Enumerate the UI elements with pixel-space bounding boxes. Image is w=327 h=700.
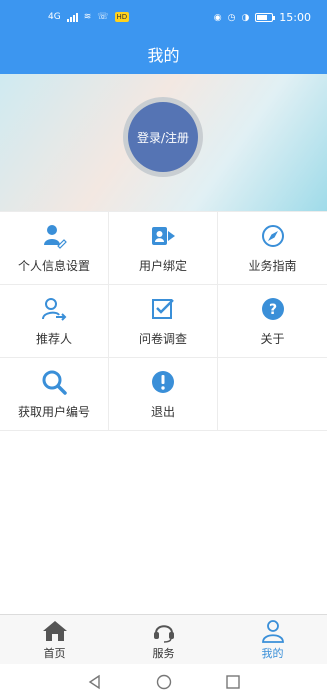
login-ring: 登录/注册 [123,97,203,177]
menu-item-get-user-number[interactable]: 获取用户编号 [0,358,109,430]
system-nav-bar [0,664,327,700]
speed-icon: ◑ [241,12,250,23]
menu-item-label: 用户绑定 [138,258,187,273]
menu-row: 获取用户编号 退出 [0,358,327,431]
login-register-button[interactable]: 登录/注册 [128,102,198,172]
checkbox-icon [150,296,176,322]
menu-item-empty [218,358,327,430]
network-type: 4G [48,12,61,22]
compass-icon [260,223,286,249]
menu-row: 推荐人 问卷调查 ? 关于 [0,285,327,358]
page-title: 我的 [147,46,180,65]
tab-service[interactable]: 服务 [109,615,218,664]
status-right: ◉ ◷ ◑ 15:00 [214,11,311,24]
person-edit-icon [41,223,67,249]
alarm-icon: ◷ [227,12,236,23]
home-circle-icon[interactable] [154,672,174,692]
menu-item-label: 关于 [260,331,285,346]
exclamation-icon [150,369,176,395]
home-icon [42,619,68,643]
call-icon: ☏ [97,12,109,22]
wifi-icon: ≋ [83,12,92,22]
menu-item-user-binding[interactable]: 用户绑定 [109,212,218,284]
menu-row: 个人信息设置 用户绑定 业务指南 [0,212,327,285]
user-bind-icon [150,223,176,249]
app-header: 4G ≋ ☏ HD ◉ ◷ ◑ 15:00 我的 [0,0,327,74]
tab-label: 服务 [152,646,175,660]
user-arrow-icon [41,296,67,322]
menu-item-business-guide[interactable]: 业务指南 [218,212,327,284]
clock: 15:00 [279,11,311,24]
svg-text:?: ? [268,302,276,318]
menu-item-label: 退出 [150,404,175,419]
menu-item-label: 获取用户编号 [17,404,90,419]
menu-item-about[interactable]: ? 关于 [218,285,327,357]
eye-icon: ◉ [213,12,222,23]
tab-label: 首页 [43,646,66,660]
question-icon: ? [260,296,286,322]
status-bar: 4G ≋ ☏ HD ◉ ◷ ◑ 15:00 [0,0,327,36]
menu-item-label: 业务指南 [248,258,297,273]
menu-item-survey[interactable]: 问卷调查 [109,285,218,357]
user-icon [260,619,286,643]
menu-item-label: 推荐人 [35,331,72,346]
back-icon[interactable] [85,672,105,692]
menu-item-label: 问卷调查 [138,331,187,346]
recent-apps-icon[interactable] [223,672,243,692]
battery-icon [255,13,276,22]
bottom-tab-bar: 首页 服务 我的 [0,614,327,664]
tab-label: 我的 [261,646,284,660]
menu-item-logout[interactable]: 退出 [109,358,218,430]
menu-grid: 个人信息设置 用户绑定 业务指南 推荐人 问卷调查 ? 关于 获取用户编号 退出 [0,211,327,431]
status-left: 4G ≋ ☏ HD [48,12,130,22]
menu-item-profile-settings[interactable]: 个人信息设置 [0,212,109,284]
menu-item-label: 个人信息设置 [17,258,90,273]
tab-home[interactable]: 首页 [0,615,109,664]
menu-item-referrer[interactable]: 推荐人 [0,285,109,357]
tab-mine[interactable]: 我的 [218,615,327,664]
search-icon [41,369,67,395]
headset-icon [151,619,177,643]
signal-icon [66,12,78,22]
hd-badge: HD [114,12,130,22]
